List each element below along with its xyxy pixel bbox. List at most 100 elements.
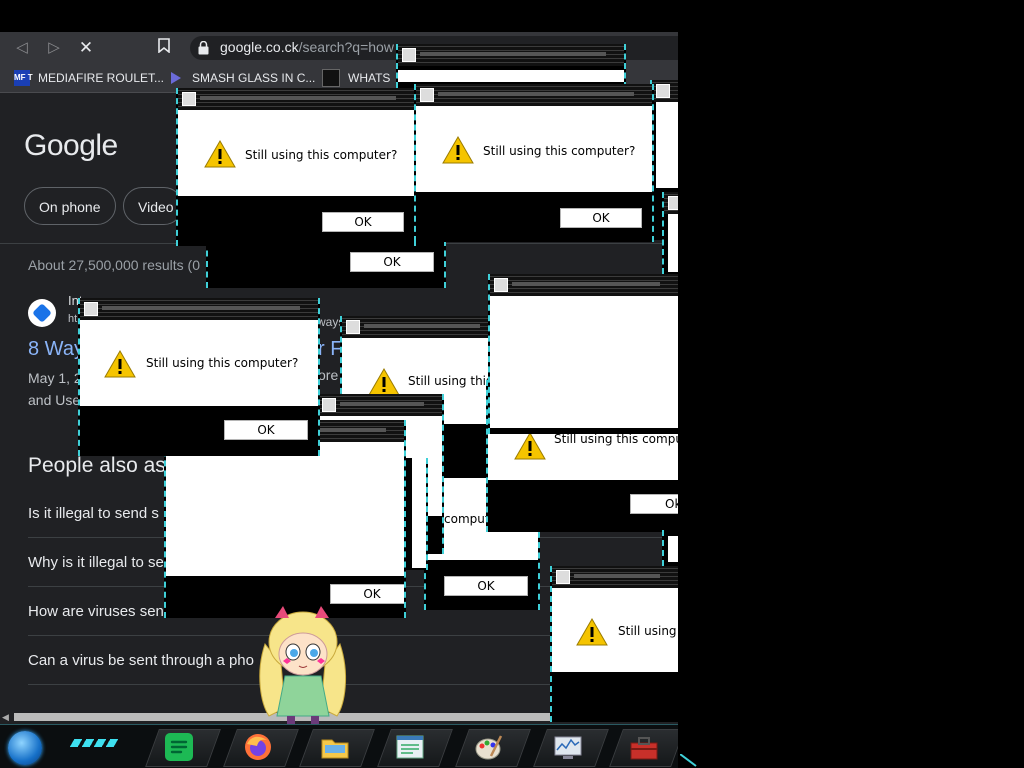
dialog-body: Still using th — [552, 588, 678, 672]
bookmark-site-icon — [168, 70, 184, 86]
ok-button[interactable]: OK — [322, 212, 404, 232]
url-text: google.co.ck/search?q=how — [220, 39, 394, 55]
warning-icon — [442, 136, 474, 164]
warning-icon — [104, 350, 136, 378]
file-explorer-icon[interactable] — [320, 732, 350, 762]
google-logo[interactable]: Google — [24, 129, 118, 163]
bookmark-whats[interactable]: WHATS — [322, 68, 390, 88]
lock-icon — [198, 41, 209, 55]
result-stats: About 27,500,000 results (0 — [28, 257, 201, 273]
dialog-body — [166, 442, 404, 576]
dialog-message: Still using this computer? — [245, 148, 398, 162]
dialog-window: Still using this computer? OK — [78, 298, 320, 456]
dialog-title-bar[interactable] — [398, 44, 624, 66]
result-title-link[interactable]: 8 Way — [28, 338, 84, 361]
ok-button[interactable]: OK — [224, 420, 308, 440]
spotify-icon[interactable] — [164, 732, 194, 762]
ok-button[interactable]: OK — [350, 252, 434, 272]
warning-icon — [204, 140, 236, 168]
warning-icon — [514, 432, 546, 460]
mediafire-icon: MF T — [14, 70, 33, 86]
dialog-window — [662, 530, 678, 566]
dialog-title-bar[interactable] — [652, 80, 678, 102]
taskbar-decoration — [69, 739, 119, 747]
window-icon — [402, 48, 416, 62]
performance-monitor-icon[interactable] — [553, 732, 583, 762]
dialog-message: Still using this compute — [554, 432, 678, 446]
dialog-window: Still using this computer? OK — [176, 88, 416, 246]
paint-icon[interactable] — [473, 732, 503, 762]
ok-button[interactable]: OK — [330, 584, 404, 604]
dialog-title-bar[interactable] — [342, 316, 498, 338]
dialog-body — [668, 214, 678, 272]
window-icon — [346, 320, 360, 334]
window-icon — [84, 302, 98, 316]
dialog-window: Still using th — [550, 566, 678, 722]
stop-icon[interactable]: ✕ — [76, 38, 96, 58]
bookmark-label: WHATS — [348, 71, 391, 85]
notepad-icon[interactable] — [395, 732, 425, 762]
browser-tab-strip — [0, 0, 678, 32]
dialog-message: Still using this computer? — [483, 144, 636, 158]
window-icon — [182, 92, 196, 106]
dialog-title-bar[interactable] — [318, 394, 442, 416]
dialog-body — [668, 536, 678, 562]
bookmark-icon[interactable] — [154, 38, 174, 58]
dialog-body — [490, 296, 678, 428]
bookmark-label: MEDIAFIRE ROULET... — [38, 71, 165, 85]
window-icon — [420, 88, 434, 102]
window-icon — [656, 84, 670, 98]
bookmark-mediafire[interactable]: MF T MEDIAFIRE ROULET... — [14, 68, 164, 88]
chip-video[interactable]: Video — [123, 187, 183, 225]
warning-icon — [576, 618, 608, 646]
ok-button[interactable]: OK — [444, 576, 528, 596]
dialog-title-bar[interactable] — [490, 274, 678, 296]
desktop-screen: ◁ ▷ ✕ google.co.ck/search?q=how MF T MED… — [0, 0, 678, 768]
dialog-body: Still using this computer? — [416, 106, 652, 192]
dialog-message: comput — [444, 512, 490, 526]
back-icon[interactable]: ◁ — [12, 38, 32, 58]
dialog-message: Still using this — [408, 374, 493, 388]
dialog-window — [396, 44, 626, 88]
window-icon — [494, 278, 508, 292]
ok-button[interactable]: Ok — [630, 494, 678, 514]
dialog-title-bar[interactable] — [80, 298, 318, 320]
people-also-ask-heading: People also as — [28, 454, 166, 477]
window-icon — [668, 196, 678, 210]
dialog-message: Still using this computer? — [146, 356, 299, 370]
dialog-window: Still using this computer? OK — [414, 84, 654, 242]
dialog-title-bar[interactable] — [664, 192, 678, 214]
window-icon — [322, 398, 336, 412]
dialog-body: Still using this computer? — [178, 110, 414, 196]
result-site-url: ht — [68, 313, 78, 325]
scroll-left-icon[interactable]: ◀ — [2, 712, 9, 723]
dialog-window — [662, 192, 678, 274]
taskbar-edge-decoration — [680, 754, 697, 767]
dialog-body: Still using this computer? — [80, 320, 318, 406]
dialog-body — [412, 458, 426, 568]
dialog-title-bar[interactable] — [178, 88, 414, 110]
result-title-tail[interactable]: r F — [318, 338, 342, 361]
ok-button[interactable]: OK — [560, 208, 642, 228]
taskbar — [0, 724, 678, 768]
cartoon-character-sticker — [259, 606, 346, 724]
bookmark-smash-glass[interactable]: SMASH GLASS IN C... — [168, 68, 315, 88]
dialog-message: Still using th — [618, 624, 678, 638]
bookmark-label: SMASH GLASS IN C... — [192, 71, 316, 85]
forward-icon[interactable]: ▷ — [44, 38, 64, 58]
dialog-window — [488, 274, 678, 434]
bookmark-site-icon — [322, 69, 340, 87]
toolbox-icon[interactable] — [629, 732, 659, 762]
site-favicon-icon — [28, 299, 56, 327]
dialog-body — [656, 102, 678, 188]
warning-icon — [368, 368, 400, 396]
dialog-title-bar[interactable] — [416, 84, 652, 106]
window-icon — [556, 570, 570, 584]
start-button[interactable] — [8, 731, 42, 765]
dialog-title-bar[interactable] — [552, 566, 678, 588]
chip-on-phone[interactable]: On phone — [24, 187, 116, 225]
firefox-icon[interactable] — [243, 732, 273, 762]
dialog-window: OK — [206, 240, 446, 288]
result-snippet-tail: ore — [318, 367, 339, 383]
dialog-body — [398, 70, 624, 82]
